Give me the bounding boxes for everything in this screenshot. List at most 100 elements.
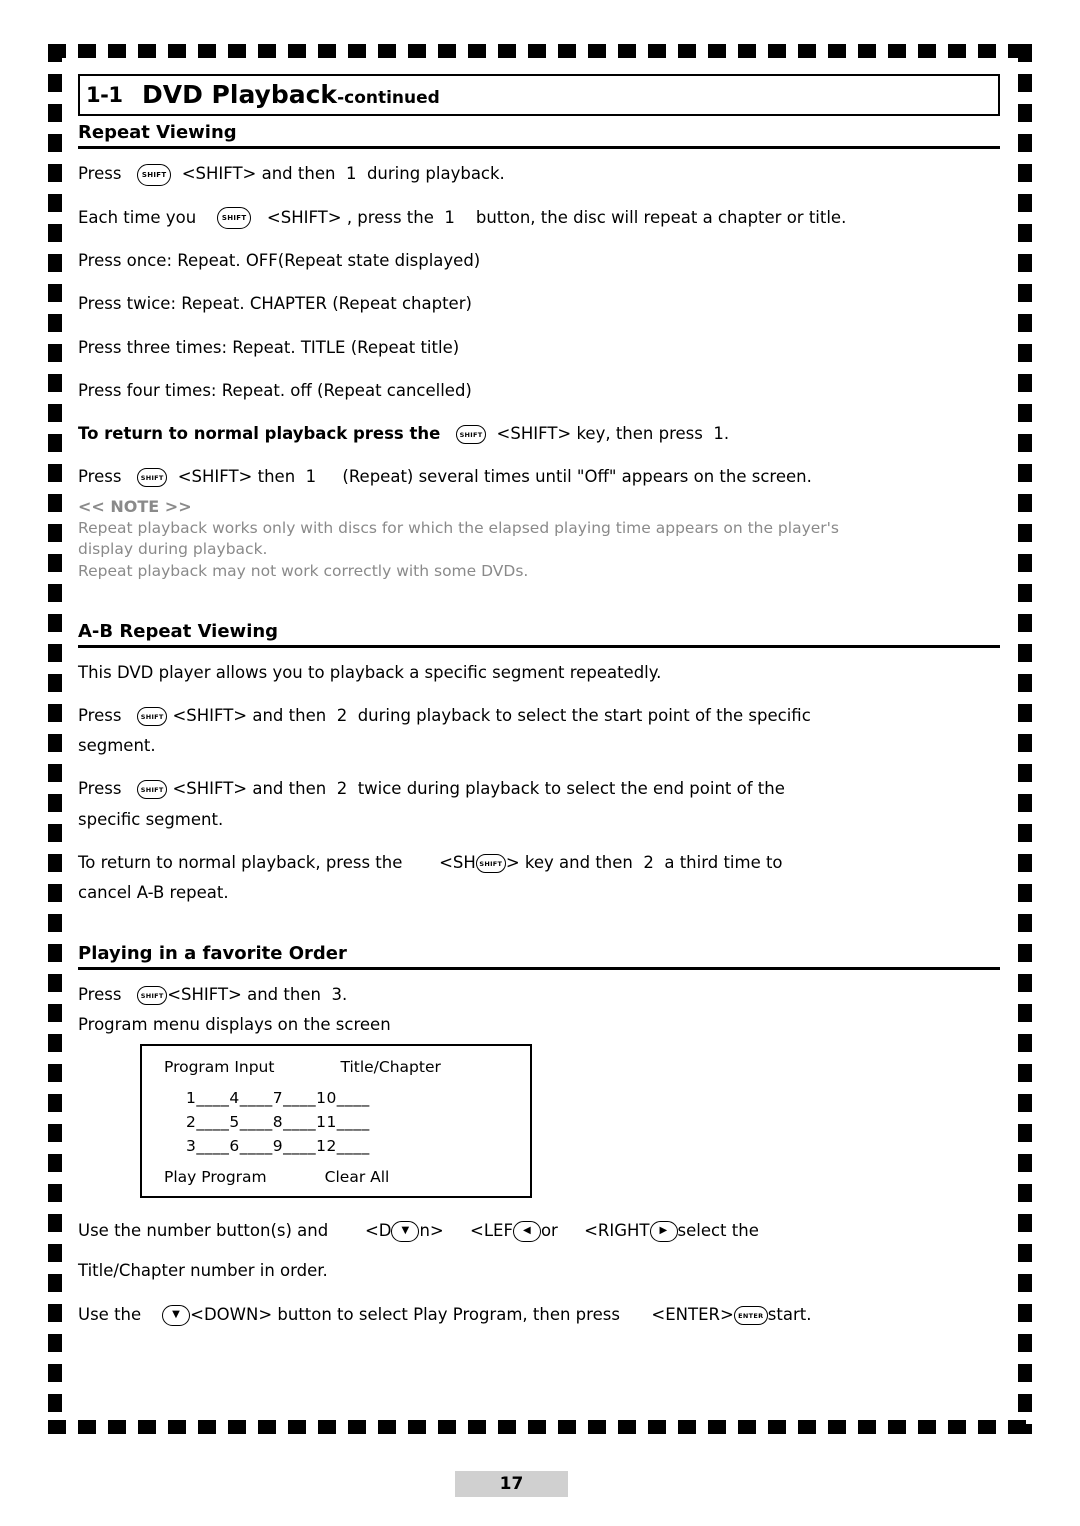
repeat-line-1: Press SHIFT <SHIFT> and then 1 during pl… — [78, 163, 1000, 186]
ab-line-2-b: <SHIFT> and then — [172, 705, 327, 725]
repeat-line-7-c: . — [723, 424, 730, 444]
left-arrow-key-icon: ◀ — [512, 1221, 541, 1243]
ab-line-3-b: <SHIFT> and then — [172, 779, 327, 799]
repeat-line-8-c: (Repeat) several times until "Off" appea… — [342, 467, 812, 487]
down-arrow-key-icon: ▼ — [162, 1304, 191, 1326]
note-block: << NOTE >> Repeat playback works only wi… — [78, 497, 1000, 583]
shift-key-icon: SHIFT — [137, 163, 172, 186]
clear-all-button[interactable]: Clear All — [325, 1168, 390, 1186]
fav-line-5-c: <ENTER> — [651, 1304, 734, 1324]
repeat-line-7-a: To return to normal playback press the — [78, 424, 441, 444]
fav-line-3-d: <LEF — [470, 1221, 513, 1241]
repeat-line-8-a: Press — [78, 467, 122, 487]
repeat-line-4: Press twice: Repeat. CHAPTER (Repeat cha… — [78, 294, 472, 314]
ab-line-4-cont: cancel A-B repeat. — [78, 883, 229, 903]
shift-key-icon: SHIFT — [137, 780, 168, 800]
fav-line-3: Use the number button(s) and <D ▼ n> <LEF ◀… — [78, 1220, 1000, 1243]
repeat-line-1-c: during playback. — [366, 164, 505, 183]
shift-key-icon: SHIFT — [217, 207, 252, 229]
ab-line-4: To return to normal playback, press the … — [78, 852, 1000, 874]
play-program-button[interactable]: Play Program — [164, 1168, 267, 1186]
shift-key-icon: SHIFT — [137, 985, 168, 1005]
repeat-line-7-num: 1 — [713, 424, 724, 444]
repeat-line-7-b: <SHIFT> key, then press — [496, 424, 703, 444]
right-arrow-key-icon: ▶ — [649, 1221, 678, 1243]
ab-line-3-cont: specific segment. — [78, 809, 224, 829]
ab-line-2-c: during playback to select the start poin… — [357, 705, 811, 725]
repeat-line-8-num: 1 — [305, 467, 317, 487]
ab-line-4-a: To return to normal playback, press the — [78, 852, 403, 872]
ab-line-4-b: <SH — [439, 852, 476, 872]
fav-line-1: Press SHIFT <SHIFT> and then 3. — [78, 984, 1000, 1006]
ab-line-3-num: 2 — [336, 779, 348, 799]
ab-line-2-a: Press — [78, 705, 122, 725]
fav-line-3-c: n> — [419, 1221, 444, 1241]
note-line-2: display during playback. — [78, 540, 268, 559]
shift-key-icon: SHIFT — [475, 853, 506, 873]
heading-ab-repeat-viewing: A-B Repeat Viewing — [78, 621, 1000, 648]
program-input-label: Program Input — [164, 1058, 275, 1077]
program-menu-headers: Program Input Title/Chapter — [142, 1058, 530, 1086]
note-heading: << NOTE >> — [78, 496, 192, 516]
fav-line-4: Title/Chapter number in order. — [78, 1261, 328, 1281]
ab-line-2: Press SHIFT <SHIFT> and then 2 during pl… — [78, 705, 1000, 727]
repeat-line-3: Press once: Repeat. OFF(Repeat state dis… — [78, 251, 481, 270]
fav-line-5: Use the ▼ <DOWN> button to select Play Pr… — [78, 1304, 1000, 1326]
fav-line-3-g: select the — [677, 1221, 759, 1241]
heading-repeat-viewing: Repeat Viewing — [78, 122, 1000, 149]
heading-favorite-order: Playing in a favorite Order — [78, 943, 1000, 970]
down-arrow-key-icon: ▼ — [391, 1221, 420, 1243]
repeat-line-2-c: button, the disc will repeat a chapter o… — [475, 207, 847, 227]
shift-key-icon: SHIFT — [456, 425, 487, 445]
note-line-1: Repeat playback works only with discs fo… — [78, 518, 839, 537]
program-menu-footer: Play Program Clear All — [142, 1158, 530, 1186]
page-content: 1-1 DVD Playback-continued Repeat Viewin… — [78, 74, 1000, 1347]
fav-line-1-b: <SHIFT> and then — [167, 984, 321, 1004]
fav-line-1-c: . — [341, 984, 348, 1004]
ab-line-4-d: a third time to — [664, 852, 783, 872]
shift-key-icon: SHIFT — [137, 468, 168, 488]
note-line-3: Repeat playback may not work correctly w… — [78, 561, 529, 580]
ab-line-3: Press SHIFT <SHIFT> and then 2 twice dur… — [78, 778, 1000, 800]
section-number: 1-1 — [86, 83, 123, 107]
fav-line-3-b: <D — [364, 1221, 392, 1241]
fav-line-3-e: or — [540, 1221, 558, 1241]
enter-key-icon: ENTER — [733, 1305, 768, 1325]
title-chapter-label: Title/Chapter — [340, 1058, 441, 1077]
repeat-line-1-b: <SHIFT> and then — [181, 164, 336, 183]
page-header-bar: 1-1 DVD Playback-continued — [78, 74, 1000, 116]
repeat-line-2-a: Each time you — [78, 207, 197, 227]
repeat-line-7: To return to normal playback press the S… — [78, 423, 1000, 445]
program-menu-box: Program Input Title/Chapter 1____4____7__… — [140, 1044, 532, 1199]
frame-bottom-dashes — [48, 1420, 1032, 1434]
ab-line-3-a: Press — [78, 779, 122, 799]
ab-line-4-num: 2 — [643, 852, 654, 872]
fav-line-5-d: start. — [767, 1304, 812, 1324]
repeat-line-5: Press three times: Repeat. TITLE (Repeat… — [78, 337, 460, 357]
fav-line-3-f: <RIGHT — [584, 1221, 650, 1241]
fav-line-2: Program menu displays on the screen — [78, 1014, 391, 1034]
fav-line-1-a: Press — [78, 984, 122, 1004]
repeat-line-2: Each time you SHIFT <SHIFT> , press the … — [78, 207, 1000, 229]
frame-right-dashes — [1018, 44, 1032, 1434]
program-menu-row[interactable]: 3____6____9____12____ — [142, 1134, 530, 1158]
ab-line-2-num: 2 — [336, 705, 348, 725]
program-menu-row[interactable]: 2____5____8____11____ — [142, 1110, 530, 1134]
repeat-line-2-b: <SHIFT> , press the — [266, 207, 434, 227]
repeat-line-2-num: 1 — [444, 207, 455, 227]
repeat-line-6: Press four times: Repeat. off (Repeat ca… — [78, 380, 472, 400]
shift-key-icon: SHIFT — [137, 706, 168, 726]
fav-line-5-a: Use the — [78, 1304, 142, 1324]
frame-top-dashes — [48, 44, 1032, 58]
frame-left-dashes — [48, 44, 62, 1434]
program-menu-row[interactable]: 1____4____7____10____ — [142, 1086, 530, 1110]
page-number: 17 — [455, 1471, 568, 1497]
repeat-line-8: Press SHIFT <SHIFT> then 1 (Repeat) seve… — [78, 466, 1000, 488]
repeat-line-1-a: Press — [78, 164, 122, 183]
ab-line-1: This DVD player allows you to playback a… — [78, 662, 662, 682]
fav-line-1-num: 3 — [331, 984, 342, 1004]
repeat-line-1-num: 1 — [345, 164, 357, 183]
fav-line-5-b: <DOWN> button to select Play Program, th… — [190, 1304, 620, 1324]
fav-line-3-a: Use the number button(s) and — [78, 1221, 329, 1241]
ab-line-3-c: twice during playback to select the end … — [357, 779, 785, 799]
